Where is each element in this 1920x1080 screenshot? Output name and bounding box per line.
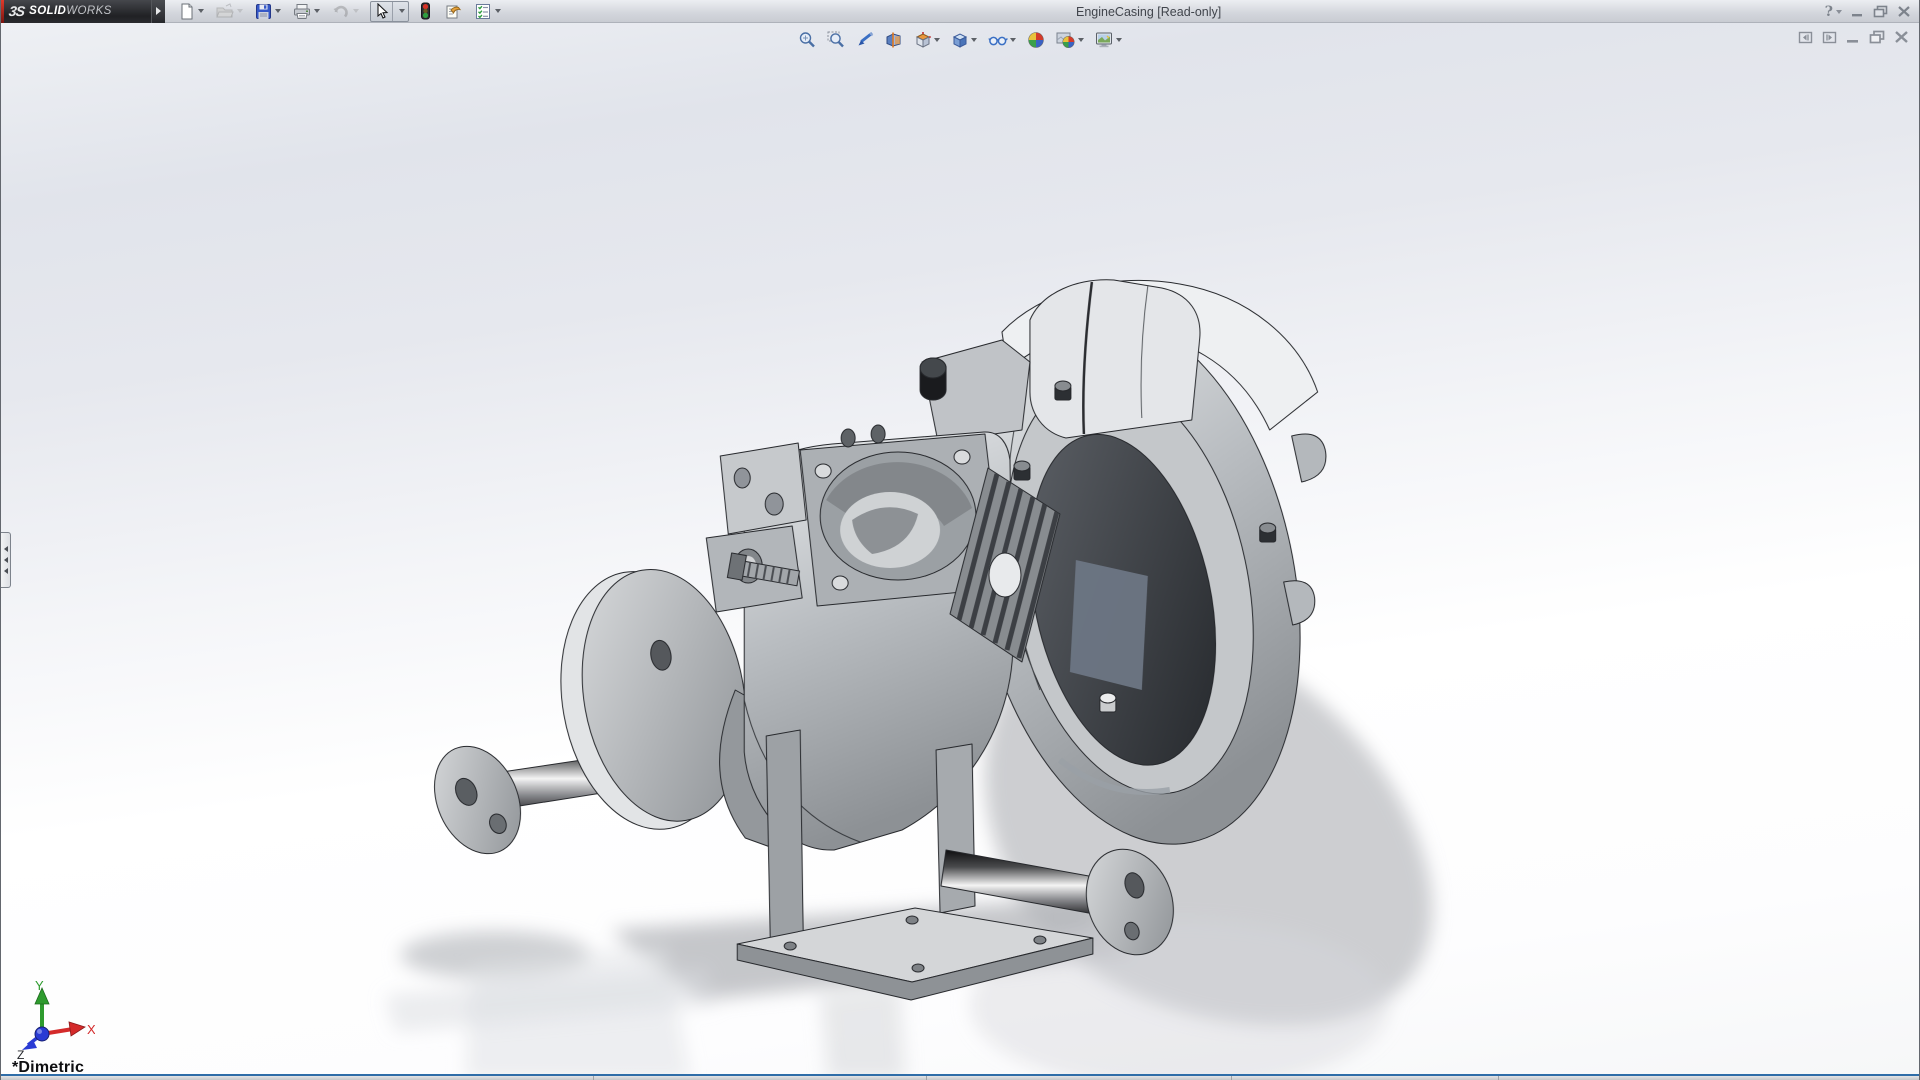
print-button[interactable] bbox=[290, 1, 323, 22]
zoom-to-fit-button[interactable] bbox=[796, 30, 818, 50]
options-icon bbox=[474, 3, 492, 20]
open-document-button[interactable] bbox=[213, 1, 246, 22]
flyout-arrow-icon bbox=[156, 7, 161, 15]
section-view-icon bbox=[885, 31, 903, 49]
pane-toggle-left-icon bbox=[1798, 31, 1813, 44]
minimize-document-button[interactable] bbox=[1846, 31, 1860, 44]
minimize-button[interactable] bbox=[1851, 3, 1864, 21]
pane-toggle-right-button[interactable] bbox=[1822, 31, 1837, 44]
edit-appearance-button[interactable] bbox=[1025, 30, 1047, 50]
title-bar: 3S SOLIDWORKS bbox=[1, 0, 1919, 23]
hide-show-items-icon bbox=[988, 31, 1008, 49]
display-style-dropdown[interactable] bbox=[971, 38, 977, 42]
edit-appearance-icon bbox=[1027, 31, 1045, 49]
triad-x-label: X bbox=[87, 1022, 95, 1037]
brand-name-light: WORKS bbox=[66, 5, 111, 17]
heads-up-view-toolbar bbox=[796, 30, 1124, 50]
section-view-button[interactable] bbox=[883, 30, 905, 50]
close-icon bbox=[1897, 5, 1911, 18]
collapsed-feature-manager-tab[interactable] bbox=[1, 532, 11, 588]
view-orientation-label: *Dimetric bbox=[12, 1059, 84, 1074]
restore-icon bbox=[1873, 5, 1888, 18]
pane-toggle-left-button[interactable] bbox=[1798, 31, 1813, 44]
zoom-to-area-icon bbox=[827, 31, 845, 49]
help-icon: ? bbox=[1825, 4, 1833, 20]
apply-scene-dropdown[interactable] bbox=[1078, 38, 1084, 42]
save-icon bbox=[255, 3, 272, 20]
restore-button[interactable] bbox=[1873, 3, 1888, 21]
new-dropdown-arrow[interactable] bbox=[198, 9, 204, 13]
undo-button[interactable] bbox=[329, 1, 362, 22]
restore-document-icon bbox=[1869, 30, 1885, 44]
select-tool-dropdown[interactable] bbox=[392, 2, 408, 21]
view-settings-icon bbox=[1095, 31, 1114, 49]
pane-toggle-right-icon bbox=[1822, 31, 1837, 44]
select-dropdown-arrow bbox=[399, 9, 405, 13]
rebuild-traffic-light-button[interactable] bbox=[417, 1, 434, 22]
select-cursor-icon bbox=[374, 3, 389, 19]
minimize-document-icon bbox=[1846, 31, 1860, 44]
apply-scene-button[interactable] bbox=[1054, 30, 1086, 50]
view-settings-dropdown[interactable] bbox=[1116, 38, 1122, 42]
close-document-button[interactable] bbox=[1894, 30, 1909, 44]
print-dropdown-arrow[interactable] bbox=[314, 9, 320, 13]
solidworks-logo: 3S SOLIDWORKS bbox=[1, 0, 151, 23]
select-tool-button[interactable] bbox=[371, 2, 392, 21]
view-orientation-dropdown[interactable] bbox=[934, 38, 940, 42]
view-orientation-button[interactable] bbox=[912, 30, 942, 50]
print-icon bbox=[293, 3, 311, 20]
undo-icon bbox=[332, 3, 350, 20]
file-properties-button[interactable] bbox=[440, 1, 465, 22]
zoom-to-area-button[interactable] bbox=[825, 30, 847, 50]
brand-name-bold: SOLID bbox=[29, 5, 66, 17]
help-button[interactable]: ? bbox=[1825, 3, 1842, 21]
hide-show-items-dropdown[interactable] bbox=[1010, 38, 1016, 42]
options-dropdown-arrow[interactable] bbox=[495, 9, 501, 13]
open-dropdown-arrow[interactable] bbox=[237, 9, 243, 13]
apply-scene-icon bbox=[1056, 31, 1076, 49]
display-style-button[interactable] bbox=[949, 30, 979, 50]
zoom-to-fit-icon bbox=[798, 31, 816, 49]
display-style-icon bbox=[951, 31, 969, 49]
collapse-arrow-icon bbox=[4, 546, 8, 552]
open-document-icon bbox=[216, 3, 234, 20]
graphics-area[interactable]: Y X Z *Dimetric bbox=[1, 23, 1919, 1074]
view-orientation-icon bbox=[914, 31, 932, 49]
close-button[interactable] bbox=[1897, 3, 1911, 21]
reference-triad: Y X Z bbox=[15, 976, 95, 1060]
document-window-controls bbox=[1798, 30, 1909, 44]
engine-casing-3d-model[interactable] bbox=[1, 23, 1919, 1074]
minimize-icon bbox=[1851, 6, 1864, 18]
select-tool-group bbox=[370, 1, 409, 22]
hide-show-items-button[interactable] bbox=[986, 30, 1018, 50]
menu-flyout-button[interactable] bbox=[151, 0, 165, 23]
previous-view-button[interactable] bbox=[854, 30, 876, 50]
new-document-icon bbox=[178, 3, 195, 20]
restore-document-button[interactable] bbox=[1869, 30, 1885, 44]
save-button[interactable] bbox=[252, 1, 284, 22]
undo-dropdown-arrow[interactable] bbox=[353, 9, 359, 13]
save-dropdown-arrow[interactable] bbox=[275, 9, 281, 13]
bottom-status-strip bbox=[1, 1074, 1919, 1080]
close-document-icon bbox=[1894, 30, 1909, 44]
view-settings-button[interactable] bbox=[1093, 30, 1124, 50]
solidworks-window: 3S SOLIDWORKS bbox=[0, 0, 1920, 1080]
options-button[interactable] bbox=[471, 1, 504, 22]
previous-view-icon bbox=[856, 31, 874, 49]
collapse-arrow-icon bbox=[4, 568, 8, 574]
window-controls: ? bbox=[1825, 2, 1911, 21]
traffic-light-icon bbox=[420, 2, 431, 20]
main-toolbar bbox=[175, 0, 504, 23]
collapse-arrow-icon bbox=[4, 557, 8, 563]
help-dropdown-arrow bbox=[1836, 10, 1842, 14]
file-properties-icon bbox=[443, 3, 462, 20]
document-title: EngineCasing [Read-only] bbox=[1076, 5, 1221, 19]
new-document-button[interactable] bbox=[175, 1, 207, 22]
brand-mark: 3S bbox=[8, 3, 25, 19]
